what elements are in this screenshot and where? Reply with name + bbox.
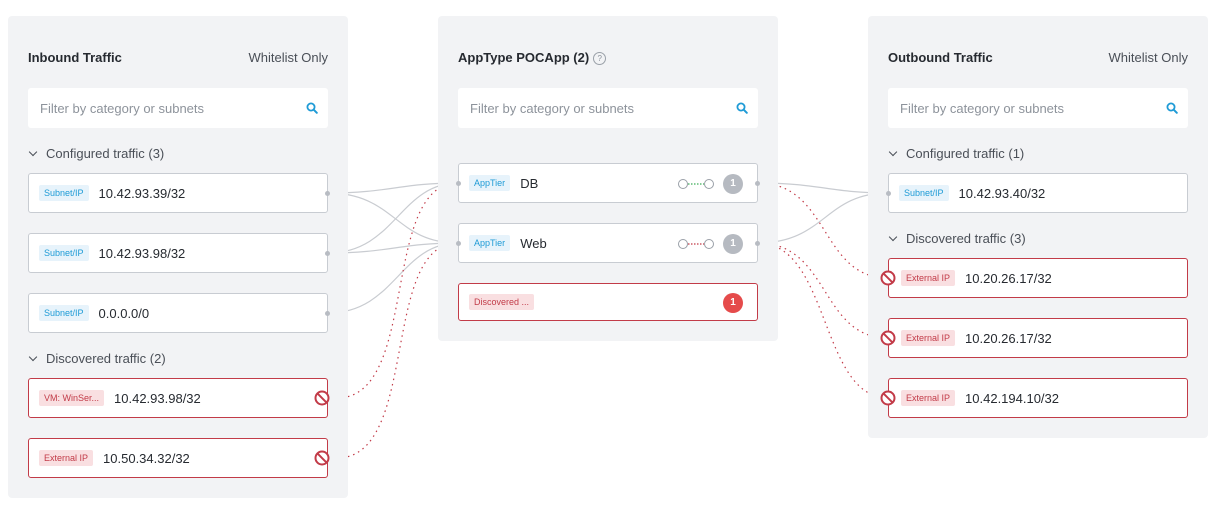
allowed-flow-icon (678, 179, 714, 189)
connector-dot (755, 240, 760, 246)
count-badge[interactable]: 1 (723, 293, 743, 313)
ip-value: 10.20.26.17/32 (965, 270, 1052, 286)
inbound-header: Inbound Traffic Whitelist Only (28, 50, 328, 65)
tier-name: DB (520, 175, 539, 191)
app-tier-db[interactable]: AppTier DB 1 (456, 163, 760, 203)
tier-name: Web (520, 235, 547, 251)
inbound-search-input[interactable] (38, 99, 282, 117)
blocked-icon[interactable] (880, 390, 896, 406)
blocked-icon[interactable] (880, 330, 896, 346)
outbound-discovered-section[interactable]: Discovered traffic (3) (888, 231, 1026, 246)
connector-dot (456, 240, 461, 246)
ip-value: 10.42.93.98/32 (114, 390, 201, 406)
apptier-tag: AppTier (469, 235, 511, 251)
list-item[interactable]: External IP 10.50.34.32/32 (28, 438, 330, 478)
connector-dot (325, 310, 330, 316)
chevron-down-icon (28, 352, 38, 362)
list-item[interactable]: External IP 10.20.26.17/32 (880, 258, 1188, 298)
blocked-icon[interactable] (880, 270, 896, 286)
list-item[interactable]: Subnet/IP 0.0.0.0/0 (28, 293, 330, 333)
subnet-tag: Subnet/IP (899, 185, 949, 201)
section-label: Discovered traffic (2) (46, 351, 166, 366)
inbound-discovered-section[interactable]: Discovered traffic (2) (28, 351, 166, 366)
external-ip-tag: External IP (901, 330, 956, 346)
list-item[interactable]: External IP 10.42.194.10/32 (880, 378, 1188, 418)
inbound-configured-section[interactable]: Configured traffic (3) (28, 146, 164, 161)
list-item[interactable]: VM: WinSer... 10.42.93.98/32 (28, 378, 330, 418)
search-icon[interactable] (306, 102, 318, 114)
external-ip-tag: External IP (901, 270, 956, 286)
connector-dot (886, 190, 891, 196)
inbound-search (28, 88, 328, 128)
list-item[interactable]: Subnet/IP 10.42.93.98/32 (28, 233, 330, 273)
subnet-value: 10.42.93.40/32 (958, 185, 1046, 201)
list-item[interactable]: Subnet/IP 10.42.93.39/32 (28, 173, 330, 213)
subnet-tag: Subnet/IP (39, 305, 89, 321)
section-label: Configured traffic (1) (906, 146, 1025, 161)
outbound-mode[interactable]: Whitelist Only (1109, 50, 1188, 65)
app-tier-web[interactable]: AppTier Web 1 (456, 223, 760, 263)
app-title-text: AppType POCApp (2) (458, 50, 590, 65)
outbound-search-input[interactable] (898, 99, 1142, 117)
section-label: Configured traffic (3) (46, 146, 165, 161)
subnet-value: 0.0.0.0/0 (98, 305, 150, 321)
help-icon[interactable]: ? (593, 52, 607, 65)
app-discovered[interactable]: Discovered ... 1 (458, 283, 758, 321)
ip-value: 10.20.26.17/32 (965, 330, 1052, 346)
connector-dot (755, 180, 760, 186)
inbound-mode[interactable]: Whitelist Only (249, 50, 328, 65)
outbound-panel: Outbound Traffic Whitelist Only Configur… (868, 16, 1208, 438)
vm-tag: VM: WinSer... (39, 390, 105, 406)
app-panel: AppType POCApp (2)? AppTier DB 1 AppTier… (438, 16, 778, 341)
list-item[interactable]: External IP 10.20.26.17/32 (880, 318, 1188, 358)
connector-dot (325, 250, 330, 256)
outbound-search (888, 88, 1188, 128)
outbound-title: Outbound Traffic (888, 50, 993, 65)
count-badge[interactable]: 1 (723, 174, 743, 194)
section-label: Discovered traffic (3) (906, 231, 1026, 246)
outbound-header: Outbound Traffic Whitelist Only (888, 50, 1188, 65)
search-icon[interactable] (736, 102, 748, 114)
subnet-value: 10.42.93.39/32 (98, 185, 186, 201)
chevron-down-icon (888, 147, 898, 157)
subnet-tag: Subnet/IP (39, 245, 89, 261)
inbound-title: Inbound Traffic (28, 50, 122, 65)
blocked-flow-icon (678, 239, 714, 249)
ip-value: 10.42.194.10/32 (965, 390, 1060, 406)
blocked-icon[interactable] (314, 390, 330, 406)
connector-dot (325, 190, 330, 196)
app-header: AppType POCApp (2)? (458, 50, 758, 65)
search-icon[interactable] (1166, 102, 1178, 114)
chevron-down-icon (888, 232, 898, 242)
outbound-configured-section[interactable]: Configured traffic (1) (888, 146, 1024, 161)
list-item[interactable]: Subnet/IP 10.42.93.40/32 (886, 173, 1188, 213)
connector-dot (456, 180, 461, 186)
external-ip-tag: External IP (901, 390, 956, 406)
apptier-tag: AppTier (469, 175, 511, 191)
app-search (458, 88, 758, 128)
app-title: AppType POCApp (2)? (458, 50, 607, 65)
subnet-value: 10.42.93.98/32 (98, 245, 186, 261)
inbound-panel: Inbound Traffic Whitelist Only Configure… (8, 16, 348, 498)
ip-value: 10.50.34.32/32 (103, 450, 190, 466)
blocked-icon[interactable] (314, 450, 330, 466)
count-badge[interactable]: 1 (723, 234, 743, 254)
app-search-input[interactable] (468, 99, 712, 117)
chevron-down-icon (28, 147, 38, 157)
discovered-tag: Discovered ... (469, 294, 535, 310)
subnet-tag: Subnet/IP (39, 185, 89, 201)
external-ip-tag: External IP (39, 450, 94, 466)
